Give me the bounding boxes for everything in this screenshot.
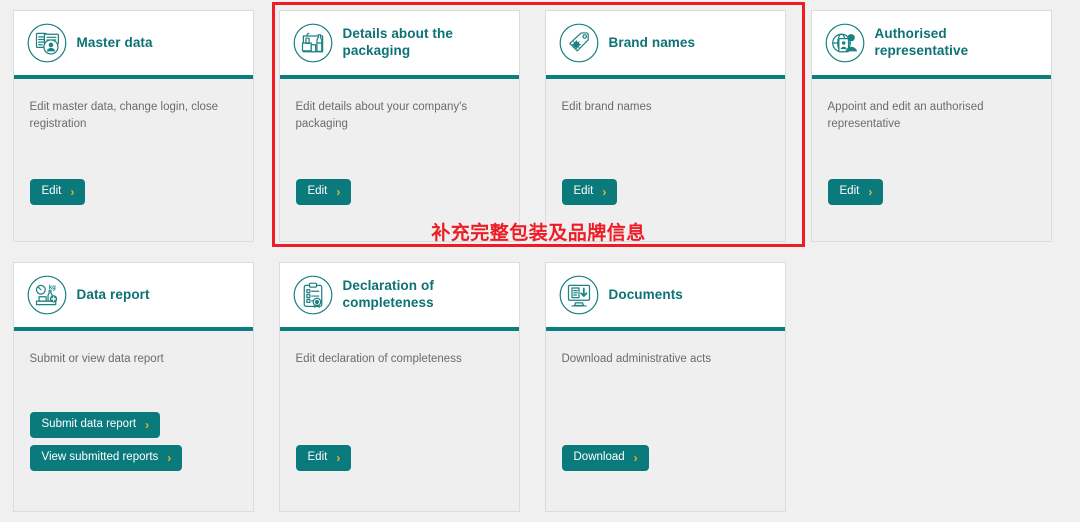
chevron-right-icon: › <box>602 185 607 199</box>
button-label: Edit <box>307 185 328 198</box>
card-actions: Edit › <box>827 179 1035 227</box>
card-actions: Submit data report › View submitted report… <box>29 412 237 497</box>
card-slot: Master data Edit master data, change logi… <box>0 10 266 242</box>
document-download-icon <box>558 274 600 316</box>
card-declaration-of-completeness: Declaration of completeness Edit declarat… <box>278 262 520 512</box>
card-title: Documents <box>608 286 683 302</box>
authorised-representative-icon <box>824 22 866 64</box>
chevron-right-icon: › <box>70 185 75 199</box>
dashboard-tile-grid: Master data Edit master data, change logi… <box>0 0 1080 522</box>
edit-button[interactable]: Edit › <box>827 179 884 205</box>
edit-button[interactable]: Edit › <box>295 445 352 471</box>
card-description: Download administrative acts <box>561 353 712 365</box>
card-header: Master data <box>13 11 253 79</box>
button-label: Submit data report <box>41 418 137 431</box>
card-slot: Documents Download administrative acts Dow… <box>532 262 798 512</box>
clipboard-seal-icon <box>292 274 334 316</box>
card-body: Submit or view data report Submit data re… <box>14 331 253 511</box>
edit-button[interactable]: Edit › <box>295 179 352 205</box>
view-submitted-reports-button[interactable]: View submitted reports › <box>29 445 183 471</box>
card-body: Edit brand names Edit › <box>546 79 785 241</box>
card-description: Edit master data, change login, close re… <box>29 101 219 131</box>
chevron-right-icon: › <box>336 451 341 465</box>
chevron-right-icon: › <box>167 451 172 465</box>
card-header: Brand names <box>545 11 785 79</box>
brand-tag-icon <box>558 22 600 64</box>
card-authorised-representative: Authorised representative Appoint and edi… <box>810 10 1052 242</box>
card-master-data: Master data Edit master data, change logi… <box>12 10 254 242</box>
card-header: Authorised representative <box>811 11 1051 79</box>
card-actions: Edit › <box>29 179 237 227</box>
card-row-1: Master data Edit master data, change logi… <box>0 10 1064 242</box>
card-actions: Download › <box>561 445 769 497</box>
card-header: Details about the packaging <box>279 11 519 79</box>
card-title: Brand names <box>608 34 696 50</box>
button-label: Edit <box>41 185 62 198</box>
chevron-right-icon: › <box>633 451 638 465</box>
card-slot: Authorised representative Appoint and edi… <box>798 10 1064 242</box>
master-data-icon <box>26 22 68 64</box>
card-row-2: kg Data report Submit or view data report S… <box>0 262 798 512</box>
card-actions: Edit › <box>295 445 503 497</box>
button-label: Edit <box>307 451 328 464</box>
card-data-report: kg Data report Submit or view data report S… <box>12 262 254 512</box>
card-brand-names: Brand names Edit brand names Edit › <box>544 10 786 242</box>
button-label: Edit <box>839 185 860 198</box>
card-body: Edit details about your company's packag… <box>280 79 519 241</box>
data-report-scale-icon: kg <box>26 274 68 316</box>
card-title: Authorised representative <box>874 26 969 58</box>
download-button[interactable]: Download › <box>561 445 649 471</box>
button-label: Edit <box>573 185 594 198</box>
card-header: Documents <box>545 263 785 331</box>
card-slot: Details about the packaging Edit details … <box>266 10 532 242</box>
card-description: Edit declaration of completeness <box>295 353 462 365</box>
card-title: Declaration of completeness <box>342 278 434 310</box>
chevron-right-icon: › <box>868 185 873 199</box>
card-title: Details about the packaging <box>342 26 453 58</box>
annotation-label: 补充完整包装及品牌信息 <box>431 222 646 244</box>
edit-button[interactable]: Edit › <box>561 179 618 205</box>
card-slot: Brand names Edit brand names Edit › <box>532 10 798 242</box>
card-header: kg Data report <box>13 263 253 331</box>
card-title: Master data <box>76 34 153 50</box>
packaging-icon <box>292 22 334 64</box>
card-slot: Declaration of completeness Edit declarat… <box>266 262 532 512</box>
card-header: Declaration of completeness <box>279 263 519 331</box>
card-documents: Documents Download administrative acts Dow… <box>544 262 786 512</box>
chevron-right-icon: › <box>145 418 150 432</box>
card-packaging-details: Details about the packaging Edit details … <box>278 10 520 242</box>
card-title: Data report <box>76 286 150 302</box>
card-description: Appoint and edit an authorised represent… <box>827 101 984 131</box>
submit-data-report-button[interactable]: Submit data report › <box>29 412 161 438</box>
button-label: Download <box>573 451 625 464</box>
edit-button[interactable]: Edit › <box>29 179 86 205</box>
card-description: Edit details about your company's packag… <box>295 101 468 131</box>
card-body: Edit master data, change login, close re… <box>14 79 253 241</box>
card-body: Edit declaration of completeness Edit › <box>280 331 519 511</box>
card-body: Download administrative acts Download › <box>546 331 785 511</box>
chevron-right-icon: › <box>336 185 341 199</box>
card-slot: kg Data report Submit or view data report S… <box>0 262 266 512</box>
card-description: Submit or view data report <box>29 353 164 365</box>
button-label: View submitted reports <box>41 451 159 464</box>
card-description: Edit brand names <box>561 101 652 113</box>
card-body: Appoint and edit an authorised represent… <box>812 79 1051 241</box>
